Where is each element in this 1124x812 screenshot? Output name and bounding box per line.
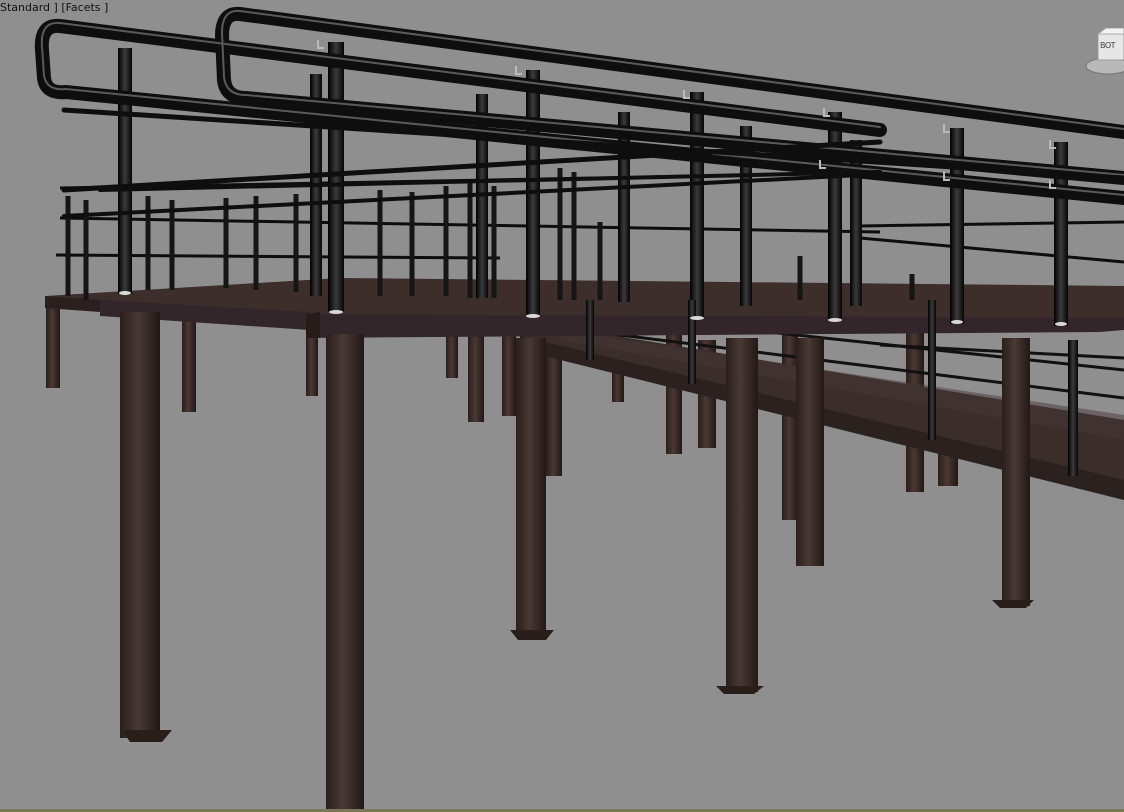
viewcube-face-label: BOT bbox=[1100, 41, 1116, 50]
viewport-scene[interactable] bbox=[0, 0, 1124, 812]
viewcube[interactable]: BOT bbox=[1084, 27, 1124, 80]
viewcube-icon[interactable] bbox=[1084, 27, 1124, 80]
perspective-viewport[interactable]: Standard ] [Facets ] BOT bbox=[0, 0, 1124, 812]
